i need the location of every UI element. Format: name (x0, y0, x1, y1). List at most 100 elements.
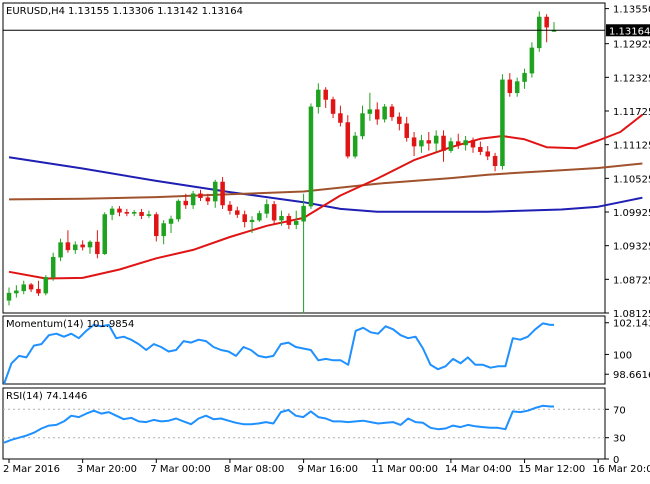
candle (36, 280, 41, 296)
candle-body (146, 214, 152, 216)
candle (58, 238, 63, 262)
candle-body (109, 208, 115, 215)
candle-body (426, 140, 432, 144)
candle (316, 83, 321, 114)
candle (507, 73, 513, 97)
candle-body (36, 288, 41, 294)
candle (176, 199, 181, 222)
chart-window: 1.13164 1.13550 1.12925 1.12325 1.11725 1.111… (0, 0, 650, 480)
candle-body (161, 223, 166, 237)
candle-body (102, 214, 107, 255)
price-tick-label: 1.13550 (613, 5, 650, 16)
candle (6, 287, 12, 306)
candle-body (131, 212, 137, 214)
candle-body (65, 242, 71, 251)
current-price-label: 1.13164 (609, 26, 650, 37)
momentum-line (3, 322, 554, 385)
x-tick-label: 2 Mar 2016 (3, 464, 60, 475)
candle-body (456, 141, 461, 146)
candle-body (492, 155, 498, 166)
candle-body (6, 292, 12, 301)
candle-body (345, 122, 351, 157)
candle (522, 68, 527, 89)
candle-body (478, 146, 483, 152)
x-tick-label: 15 Mar 12:00 (519, 464, 586, 475)
candle (73, 241, 78, 254)
candle (227, 201, 233, 215)
candle-body (433, 135, 439, 144)
candle-body (117, 208, 122, 213)
candle (161, 220, 166, 245)
candle-body (21, 284, 26, 292)
x-tick-label: 3 Mar 20:00 (77, 464, 137, 475)
candle-body (14, 290, 19, 294)
rsi-line (3, 404, 554, 444)
candle-body (544, 16, 549, 28)
candle (190, 190, 196, 209)
candle (537, 11, 542, 52)
candle (500, 74, 505, 170)
rsi-tick-label: 70 (613, 405, 626, 416)
candle (374, 102, 380, 125)
candle-body (419, 140, 424, 147)
candle-body (58, 242, 63, 258)
candle-body (220, 181, 225, 206)
candle-body (374, 109, 380, 120)
oscillator-lines (3, 322, 605, 444)
price-tick-label: 1.09925 (613, 208, 650, 219)
candle-body (257, 213, 262, 221)
candle (529, 42, 535, 78)
candle-body (139, 212, 144, 216)
candle (389, 103, 395, 121)
candle (117, 206, 122, 217)
candle (242, 210, 247, 228)
candle (102, 212, 107, 255)
candle-body (448, 141, 454, 151)
candle (411, 132, 417, 157)
candle (345, 115, 351, 159)
x-tick-label: 11 Mar 00:00 (371, 464, 438, 475)
candle (131, 210, 137, 217)
candle (139, 208, 144, 220)
candle-body (242, 214, 247, 223)
candle (264, 199, 270, 218)
candle (28, 282, 34, 292)
candle-body (249, 219, 255, 223)
candle-body (43, 277, 49, 294)
price-tick-label: 1.09325 (613, 242, 650, 253)
candle (271, 201, 277, 224)
candle (404, 116, 409, 142)
candle (301, 193, 306, 314)
candle (87, 240, 93, 254)
candle (21, 280, 26, 295)
candle-body (470, 140, 476, 148)
candle-body (73, 244, 78, 251)
price-tick-label: 1.11725 (613, 107, 650, 118)
candle-body (404, 123, 409, 138)
candle-body (389, 106, 395, 118)
axis-labels: 1.13164 1.13550 1.12925 1.12325 1.11725 1.111… (3, 5, 650, 475)
candle-body (301, 205, 306, 222)
candle-body (124, 212, 130, 214)
candle-body (279, 215, 284, 221)
candle-body (537, 16, 542, 49)
x-tick-label: 16 Mar 20:00 (592, 464, 650, 475)
candle-body (286, 215, 292, 225)
candle (478, 141, 483, 156)
candle-body (87, 241, 93, 248)
candle (286, 213, 292, 230)
candle (109, 206, 115, 221)
candle (514, 77, 520, 97)
symbol-label: EURUSD,H4 (6, 6, 65, 17)
candle-body (271, 204, 277, 221)
momentum-tick-label: 102.1437 (613, 319, 650, 330)
candle-body (198, 193, 203, 198)
candle-body (360, 113, 365, 137)
candle (338, 105, 343, 127)
candle-body (500, 79, 505, 166)
candle-body (176, 200, 181, 220)
candle-body (367, 109, 373, 114)
candle (441, 130, 446, 162)
price-tick-label: 1.11125 (613, 141, 650, 152)
candle (352, 132, 358, 159)
